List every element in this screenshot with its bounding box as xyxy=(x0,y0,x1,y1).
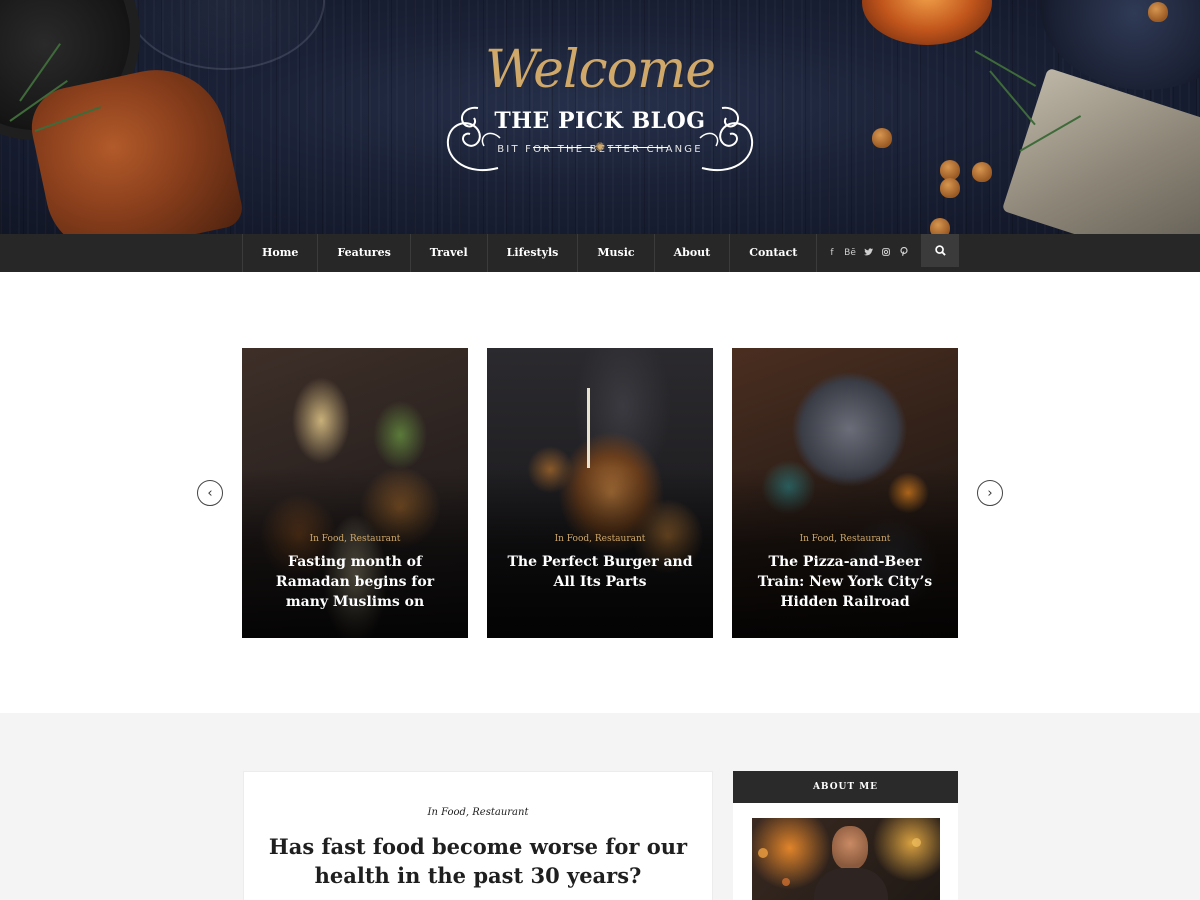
chevron-left-icon: ‹ xyxy=(207,485,213,501)
carousel-prev-button[interactable]: ‹ xyxy=(197,480,223,506)
acorn-image xyxy=(1148,2,1168,22)
logo-rule-right xyxy=(608,147,668,148)
featured-post[interactable]: In Food, Restaurant Has fast food become… xyxy=(243,771,713,900)
pinterest-icon[interactable] xyxy=(898,246,910,259)
pine-sprig xyxy=(989,70,1036,126)
acorn-image xyxy=(940,178,960,198)
post-title[interactable]: Has fast food become worse for our healt… xyxy=(264,832,692,890)
chevron-right-icon: › xyxy=(987,485,993,501)
social-links: f Bē xyxy=(826,234,910,272)
card-title[interactable]: The Pizza-and-Beer Train: New York City’… xyxy=(750,552,940,612)
post-categories[interactable]: In Food, Restaurant xyxy=(244,807,712,818)
card-categories[interactable]: In Food, Restaurant xyxy=(732,534,958,544)
about-me-heading: ABOUT ME xyxy=(733,771,958,803)
search-icon xyxy=(934,245,946,256)
card-categories[interactable]: In Food, Restaurant xyxy=(242,534,468,544)
nav-item-contact[interactable]: Contact xyxy=(730,234,818,272)
glass-decoration xyxy=(125,0,325,70)
carousel-next-button[interactable]: › xyxy=(977,480,1003,506)
search-button[interactable] xyxy=(921,234,959,267)
nav-item-home[interactable]: Home xyxy=(243,234,319,272)
card-title[interactable]: The Perfect Burger and All Its Parts xyxy=(505,552,695,592)
carousel-card[interactable]: In Food, Restaurant The Perfect Burger a… xyxy=(487,348,713,638)
nav-item-lifestyles[interactable]: Lifestyls xyxy=(488,234,579,272)
acorn-image xyxy=(930,218,950,234)
behance-icon[interactable]: Bē xyxy=(844,248,856,258)
author-face xyxy=(832,826,868,870)
hero-banner: Welcome THE PICK BLOG BIT FOR THE BETTER… xyxy=(0,0,1200,234)
swirl-ornament-left-icon xyxy=(446,106,501,171)
facebook-icon[interactable]: f xyxy=(826,248,838,258)
about-me-photo xyxy=(752,818,940,900)
tea-cup-image xyxy=(862,0,992,45)
acorn-image xyxy=(940,160,960,180)
sun-ornament-icon: ✺ xyxy=(595,140,606,154)
bokeh-light xyxy=(782,878,790,886)
nav-item-about[interactable]: About xyxy=(655,234,731,272)
card-title[interactable]: Fasting month of Ramadan begins for many… xyxy=(260,552,450,612)
acorn-image xyxy=(972,162,992,182)
acorn-image xyxy=(872,128,892,148)
nav-item-travel[interactable]: Travel xyxy=(411,234,488,272)
cutting-board-image xyxy=(1001,67,1200,234)
twitter-icon[interactable] xyxy=(862,247,874,259)
burger-skewer xyxy=(587,388,590,468)
nav-item-music[interactable]: Music xyxy=(578,234,655,272)
nav-menu: Home Features Travel Lifestyls Music Abo… xyxy=(242,234,818,272)
logo-rule-left xyxy=(533,147,593,148)
card-categories[interactable]: In Food, Restaurant xyxy=(487,534,713,544)
main-navigation: Home Features Travel Lifestyls Music Abo… xyxy=(0,234,1200,272)
swirl-ornament-right-icon xyxy=(699,106,754,171)
nav-item-features[interactable]: Features xyxy=(318,234,411,272)
welcome-script: Welcome xyxy=(484,40,716,100)
carousel-card[interactable]: In Food, Restaurant Fasting month of Ram… xyxy=(242,348,468,638)
carousel-card[interactable]: In Food, Restaurant The Pizza-and-Beer T… xyxy=(732,348,958,638)
author-shoulders xyxy=(814,868,888,900)
pine-sprig xyxy=(974,50,1037,87)
instagram-icon[interactable] xyxy=(880,247,892,259)
bokeh-light xyxy=(912,838,921,847)
site-logo[interactable]: Welcome THE PICK BLOG BIT FOR THE BETTER… xyxy=(438,40,762,190)
bokeh-light xyxy=(758,848,768,858)
